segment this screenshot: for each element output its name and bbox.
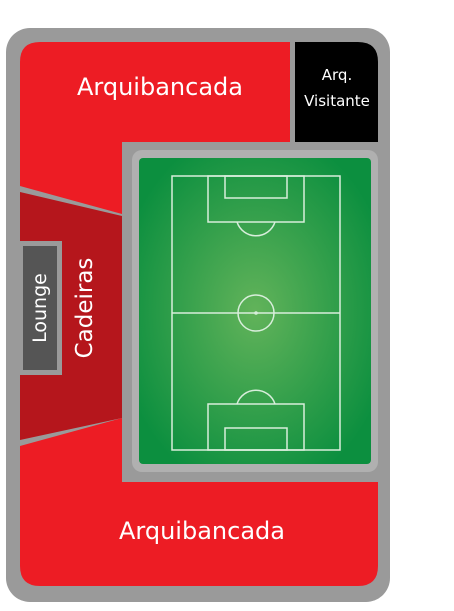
cadeiras-label: Cadeiras	[72, 258, 98, 359]
stadium-map: Arquibancada Arq. Visitante Cadeiras Lou…	[6, 28, 390, 602]
visitante-label-line2: Visitante	[304, 92, 370, 110]
section-visitante[interactable]: Arq. Visitante	[295, 42, 378, 142]
lounge-label: Lounge	[29, 273, 51, 343]
football-pitch	[132, 150, 378, 472]
section-lounge[interactable]: Lounge	[18, 241, 62, 375]
arquibancada-top-label: Arquibancada	[77, 73, 243, 101]
arquibancada-bottom-label: Arquibancada	[119, 517, 285, 545]
visitante-label-line1: Arq.	[322, 66, 352, 84]
